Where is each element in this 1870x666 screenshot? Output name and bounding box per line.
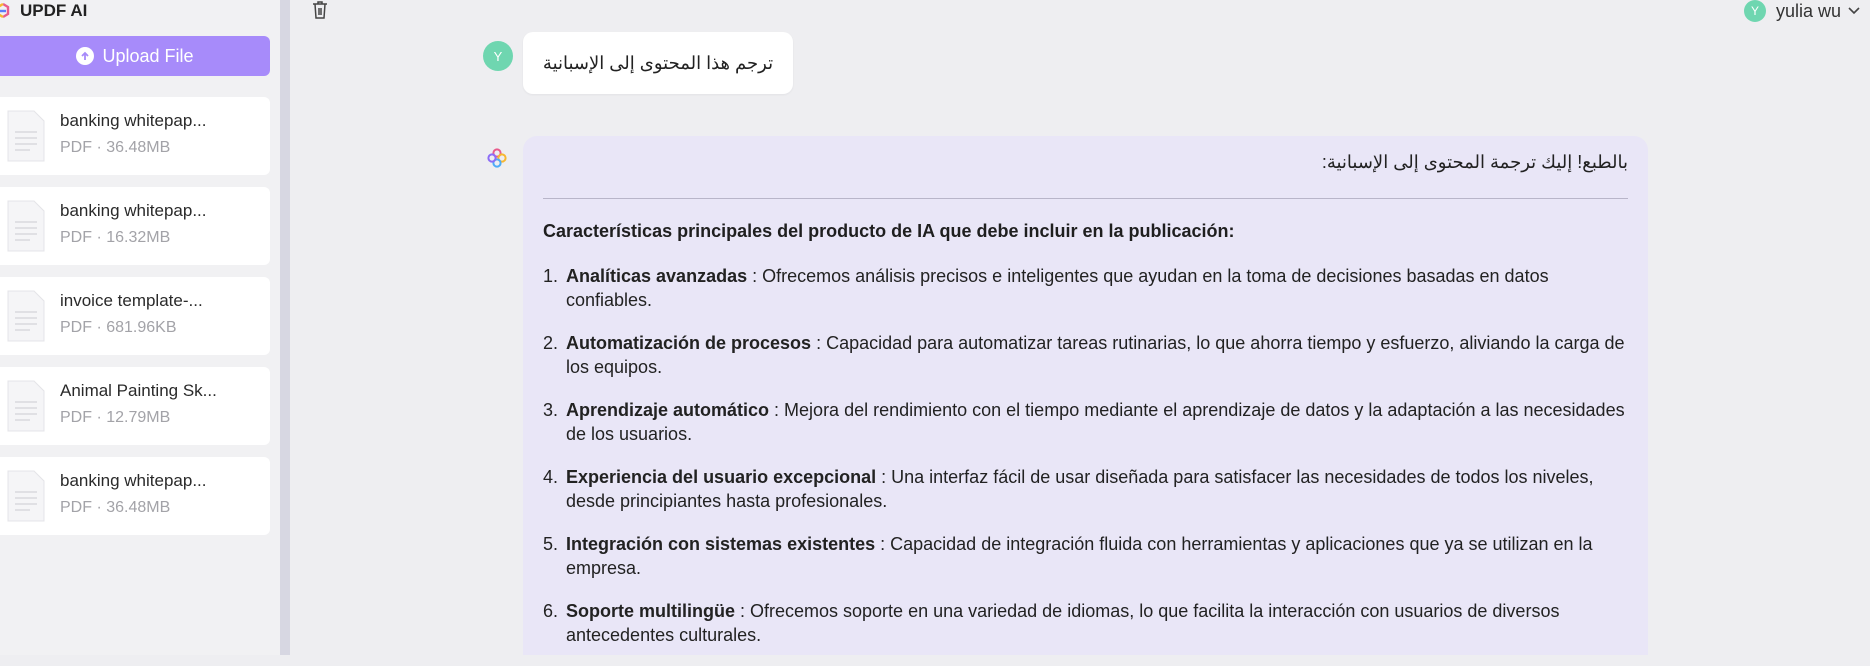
file-meta: PDF · 681.96KB xyxy=(60,319,177,336)
user-message-avatar: Y xyxy=(483,41,513,71)
file-item[interactable]: banking whitepap... PDF · 16.32MB xyxy=(0,187,270,265)
list-number: 5. xyxy=(543,534,559,554)
list-number: 6. xyxy=(543,601,559,621)
ai-response: بالطبع! إليك ترجمة المحتوى إلى الإسبانية… xyxy=(523,136,1648,655)
user-message-text: ترجم هذا المحتوى إلى الإسبانية xyxy=(542,52,774,73)
feature-title: Automatización de procesos xyxy=(566,333,812,353)
file-name: invoice template-... xyxy=(60,291,203,310)
file-item[interactable]: banking whitepap... PDF · 36.48MB xyxy=(0,97,270,175)
document-icon xyxy=(7,470,45,522)
list-item-body: Experiencia del usuario excepcional : Un… xyxy=(566,465,1628,513)
ai-intro: بالطبع! إليك ترجمة المحتوى إلى الإسبانية… xyxy=(543,152,1628,173)
list-item-body: Integración con sistemas existentes : Ca… xyxy=(566,532,1628,580)
user-menu[interactable]: Y yulia wu xyxy=(1743,0,1860,22)
list-item: 2. Automatización de procesos : Capacida… xyxy=(543,331,1628,379)
list-item-body: Analíticas avanzadas : Ofrecemos análisi… xyxy=(566,264,1628,312)
file-meta: PDF · 16.32MB xyxy=(60,229,171,246)
sidebar: UPDF AI Upload File banking whitepap... … xyxy=(0,0,280,655)
file-item[interactable]: banking whitepap... PDF · 36.48MB xyxy=(0,457,270,535)
list-item: 4. Experiencia del usuario excepcional :… xyxy=(543,465,1628,513)
user-message: ترجم هذا المحتوى إلى الإسبانية xyxy=(523,32,793,94)
ai-heading: Características principales del producto… xyxy=(543,221,1235,241)
sidebar-divider[interactable] xyxy=(280,0,290,655)
upload-file-button[interactable]: Upload File xyxy=(0,36,270,76)
divider xyxy=(543,198,1628,199)
updf-logo-icon xyxy=(0,3,10,19)
user-name: yulia wu xyxy=(1775,0,1841,21)
document-icon xyxy=(7,200,45,252)
file-meta: PDF · 36.48MB xyxy=(60,499,171,516)
feature-title: Experiencia del usuario excepcional xyxy=(566,467,877,487)
list-item: 5. Integración con sistemas existentes :… xyxy=(543,532,1628,580)
document-icon xyxy=(7,380,45,432)
list-item: 6. Soporte multilingüe : Ofrecemos sopor… xyxy=(543,599,1628,647)
upload-file-label: Upload File xyxy=(102,45,194,66)
feature-title: Analíticas avanzadas xyxy=(566,266,748,286)
document-icon xyxy=(7,110,45,162)
file-name: banking whitepap... xyxy=(60,111,207,130)
list-item: 3. Aprendizaje automático : Mejora del r… xyxy=(543,398,1628,446)
list-number: 1. xyxy=(543,266,559,286)
list-number: 2. xyxy=(543,333,559,353)
file-name: Animal Painting Sk... xyxy=(60,381,217,400)
document-icon xyxy=(7,290,45,342)
list-number: 3. xyxy=(543,400,559,420)
list-item-body: Aprendizaje automático : Mejora del rend… xyxy=(566,398,1628,446)
file-meta: PDF · 36.48MB xyxy=(60,139,171,156)
file-list: banking whitepap... PDF · 36.48MB bankin… xyxy=(0,97,270,547)
app-title: UPDF AI xyxy=(20,1,88,20)
ai-intro-text: بالطبع! إليك ترجمة المحتوى إلى الإسبانية… xyxy=(1321,152,1628,172)
list-number: 4. xyxy=(543,467,559,487)
list-item-body: Automatización de procesos : Capacidad p… xyxy=(566,331,1628,379)
file-item[interactable]: Animal Painting Sk... PDF · 12.79MB xyxy=(0,367,270,445)
feature-list: 1. Analíticas avanzadas : Ofrecemos anál… xyxy=(543,264,1628,666)
chevron-down-icon xyxy=(1848,7,1860,15)
file-item[interactable]: invoice template-... PDF · 681.96KB xyxy=(0,277,270,355)
file-name: banking whitepap... xyxy=(60,471,207,490)
avatar: Y xyxy=(1743,0,1766,22)
list-item: 1. Analíticas avanzadas : Ofrecemos anál… xyxy=(543,264,1628,312)
feature-title: Aprendizaje automático xyxy=(566,400,770,420)
feature-title: Integración con sistemas existentes xyxy=(566,534,876,554)
brand: UPDF AI xyxy=(0,0,87,22)
trash-icon[interactable] xyxy=(311,0,329,20)
upload-arrow-icon xyxy=(76,47,95,65)
file-meta: PDF · 12.79MB xyxy=(60,409,171,426)
file-name: banking whitepap... xyxy=(60,201,207,220)
ai-logo-icon xyxy=(487,148,507,168)
feature-title: Soporte multilingüe xyxy=(566,601,735,621)
list-item-body: Soporte multilingüe : Ofrecemos soporte … xyxy=(566,599,1628,647)
